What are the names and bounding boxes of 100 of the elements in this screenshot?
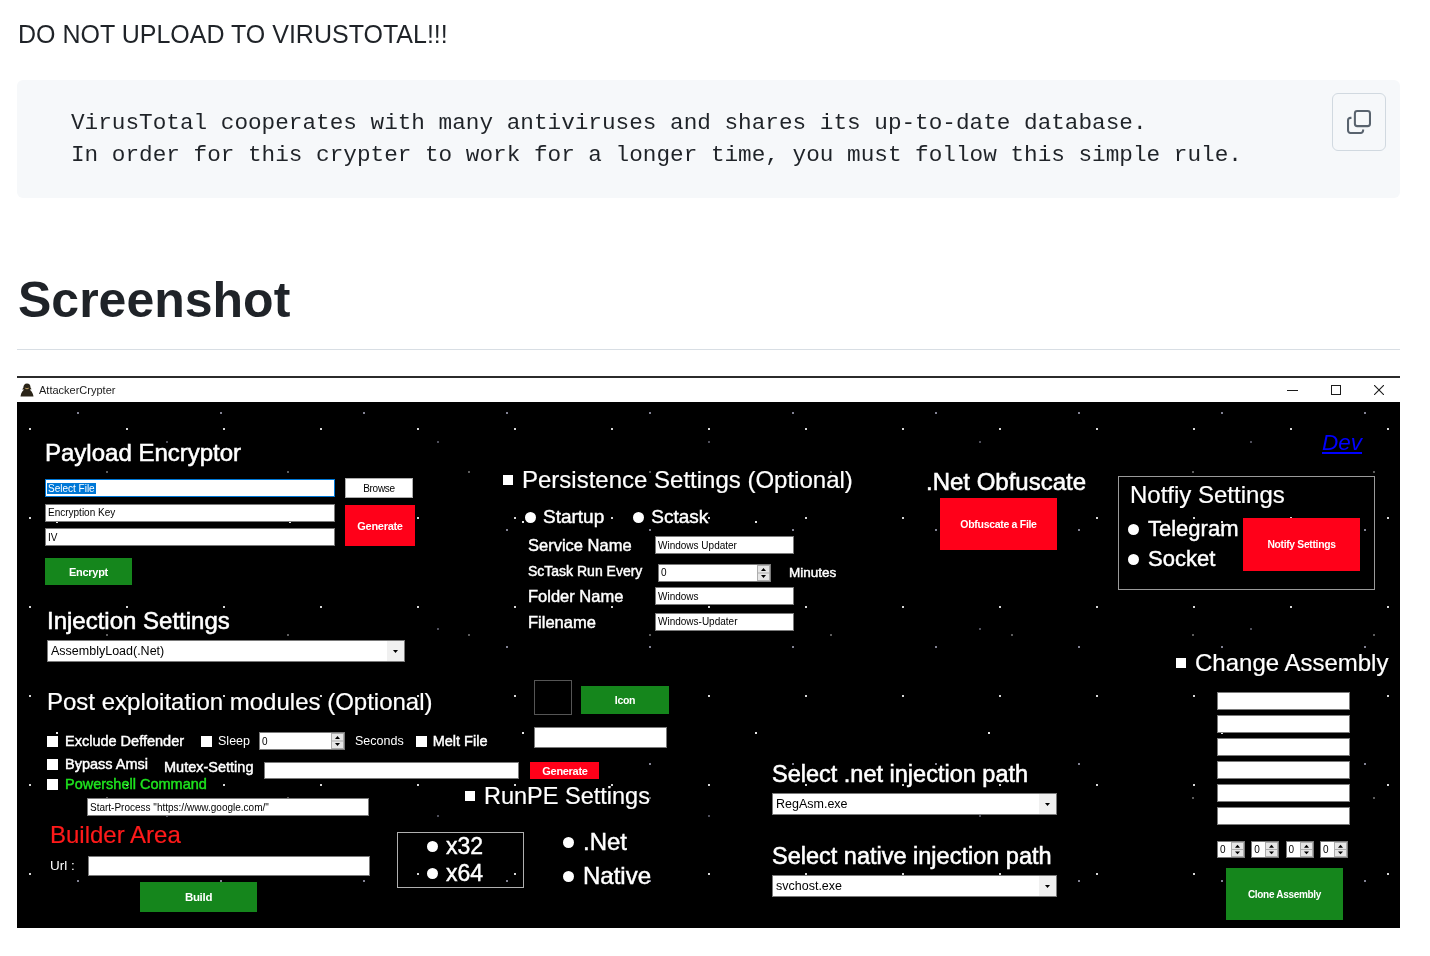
radio-label: Sctask bbox=[651, 506, 709, 528]
build-button[interactable]: Build bbox=[140, 882, 257, 912]
text-field[interactable]: Windows-Updater bbox=[655, 612, 794, 631]
radio-button[interactable] bbox=[427, 868, 438, 879]
field-label: ScTask Run Every bbox=[528, 561, 644, 581]
text-field[interactable] bbox=[1217, 761, 1350, 779]
number-spinner[interactable]: 0 bbox=[1217, 841, 1245, 858]
radio-button[interactable] bbox=[563, 836, 574, 848]
field-label: Service Name bbox=[528, 535, 633, 555]
section-title: Builder Area bbox=[50, 822, 181, 848]
text-field[interactable] bbox=[264, 762, 520, 779]
text-field[interactable] bbox=[1217, 715, 1350, 733]
checkbox-label: Exclude Deffender bbox=[65, 733, 185, 749]
text-field[interactable] bbox=[534, 727, 667, 748]
checkbox-label: Melt File bbox=[432, 733, 488, 749]
section-title: Select native injection path bbox=[772, 842, 1052, 870]
window-title: AttackerCrypter bbox=[39, 384, 116, 396]
number-spinner[interactable]: 0 bbox=[658, 563, 771, 582]
text-field[interactable] bbox=[1217, 738, 1350, 756]
browse-button[interactable]: Browse bbox=[345, 478, 413, 498]
checkbox[interactable] bbox=[201, 735, 213, 747]
section-title: Change Assembly bbox=[1195, 649, 1389, 677]
checkbox[interactable] bbox=[47, 778, 58, 790]
notice-text: DO NOT UPLOAD TO VIRUSTOTAL!!! bbox=[18, 19, 448, 50]
person-icon bbox=[20, 383, 34, 397]
radio-label: Startup bbox=[543, 506, 605, 528]
icon-button[interactable]: Icon bbox=[581, 686, 669, 714]
close-icon[interactable] bbox=[1373, 385, 1384, 395]
caret-icon[interactable] bbox=[387, 641, 404, 661]
radio-button[interactable] bbox=[633, 511, 645, 523]
encrypt-button[interactable]: Encrypt bbox=[45, 558, 132, 585]
minimize-icon[interactable] bbox=[1287, 389, 1298, 391]
text-field[interactable]: Windows bbox=[655, 587, 794, 605]
checkbox[interactable] bbox=[503, 475, 513, 485]
copy-button[interactable] bbox=[1332, 93, 1386, 151]
dropdown[interactable]: svchost.exe bbox=[772, 875, 1057, 897]
up-down-arrows-icon[interactable] bbox=[1265, 842, 1279, 857]
up-down-arrows-icon[interactable] bbox=[1299, 842, 1313, 857]
radio-button[interactable] bbox=[525, 511, 536, 523]
code-line: VirusTotal cooperates with many antiviruses and shares its up-to-date database. bbox=[71, 109, 1147, 138]
checkbox[interactable] bbox=[1176, 658, 1186, 668]
checkbox[interactable] bbox=[47, 735, 58, 747]
checkbox[interactable] bbox=[47, 758, 58, 770]
radio-label: Socket bbox=[1148, 546, 1216, 572]
checkbox-label: Powershell Command bbox=[65, 776, 207, 792]
up-down-arrows-icon[interactable] bbox=[1231, 842, 1244, 857]
radio-label: .Net bbox=[583, 828, 627, 856]
maximize-icon[interactable] bbox=[1330, 385, 1341, 395]
text-field[interactable] bbox=[1217, 807, 1350, 825]
field-label: Mutex-Setting bbox=[164, 759, 254, 775]
dropdown[interactable]: RegAsm.exe bbox=[772, 793, 1057, 815]
radio-button[interactable] bbox=[1128, 553, 1139, 565]
number-spinner[interactable]: 0 bbox=[259, 732, 345, 750]
checkbox-label: Bypass Amsi bbox=[65, 756, 148, 772]
caret-icon[interactable] bbox=[1039, 794, 1056, 814]
number-spinner[interactable]: 0 bbox=[1285, 841, 1314, 858]
text-field[interactable] bbox=[1217, 692, 1350, 710]
unit-label: Seconds bbox=[355, 733, 404, 749]
unit-label: Minutes bbox=[789, 564, 837, 581]
image-frame bbox=[534, 680, 572, 715]
field-label: Folder Name bbox=[528, 586, 625, 606]
field-label: Filename bbox=[528, 611, 597, 632]
checkbox[interactable] bbox=[465, 791, 475, 801]
text-field[interactable] bbox=[1217, 784, 1350, 802]
radio-label: x32 bbox=[446, 834, 484, 859]
obfuscate-button[interactable]: Obfuscate a File bbox=[940, 498, 1057, 550]
section-title: Select .net injection path bbox=[772, 760, 1029, 788]
section-title: Notfiy Settings bbox=[1130, 482, 1285, 508]
section-title: .Net Obfuscate bbox=[926, 468, 1087, 496]
checkbox-label: Sleep bbox=[218, 733, 250, 749]
section-title: Persistence Settings (Optional) bbox=[522, 465, 853, 495]
copy-icon bbox=[1347, 110, 1371, 134]
section-title: Injection Settings bbox=[47, 606, 230, 636]
section-title: Post exploitation modules (Optional) bbox=[47, 687, 433, 717]
number-spinner[interactable]: 0 bbox=[1319, 841, 1348, 858]
dropdown[interactable]: AssemblyLoad(.Net) bbox=[47, 640, 405, 662]
radio-label: x64 bbox=[446, 861, 484, 886]
up-down-arrows-icon[interactable] bbox=[331, 733, 344, 749]
radio-button[interactable] bbox=[1128, 523, 1139, 535]
text-field[interactable]: Select File bbox=[45, 479, 335, 497]
radio-button[interactable] bbox=[563, 870, 574, 882]
section-title: Payload Encryptor bbox=[45, 438, 242, 468]
generate-button[interactable]: Generate bbox=[345, 505, 415, 546]
up-down-arrows-icon[interactable] bbox=[1333, 842, 1347, 857]
text-field[interactable] bbox=[87, 856, 370, 876]
notify-settings-button[interactable]: Notify Settings bbox=[1243, 518, 1360, 571]
radio-button[interactable] bbox=[427, 841, 438, 852]
text-field[interactable]: Windows Updater bbox=[655, 536, 794, 554]
radio-label: Native bbox=[583, 862, 652, 890]
checkbox[interactable] bbox=[415, 735, 427, 747]
number-spinner[interactable]: 0 bbox=[1251, 841, 1280, 858]
text-field[interactable]: IV bbox=[45, 528, 335, 546]
section-title: RunPE Settings bbox=[484, 783, 650, 809]
radio-label: Telegram bbox=[1148, 516, 1239, 542]
generate-button[interactable]: Generate bbox=[530, 762, 600, 779]
up-down-arrows-icon[interactable] bbox=[757, 564, 770, 581]
caret-icon[interactable] bbox=[1039, 876, 1056, 896]
text-field[interactable]: Encryption Key bbox=[45, 503, 335, 522]
text-field[interactable]: Start-Process "https://www.google.com/" bbox=[87, 798, 369, 816]
clone-assembly-button[interactable]: Clone Assembly bbox=[1226, 868, 1343, 920]
